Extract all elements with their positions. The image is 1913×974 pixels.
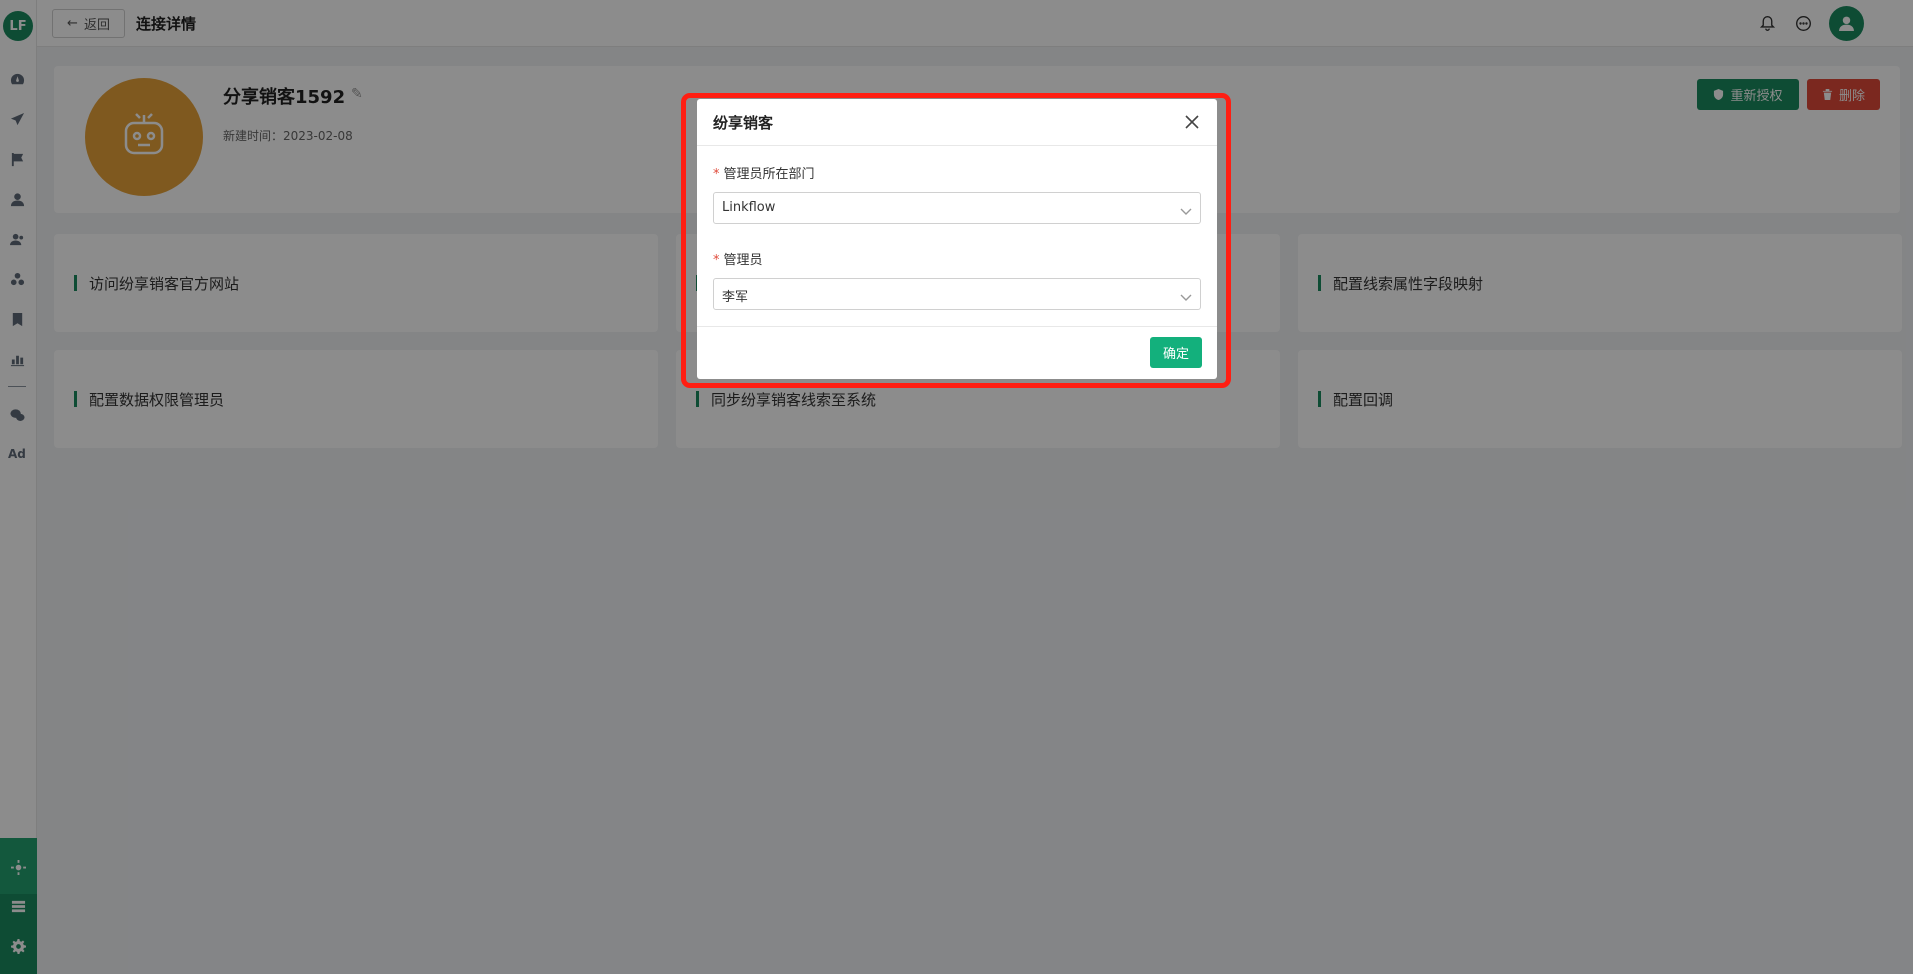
department-label-text: 管理员所在部门 (723, 167, 815, 182)
admin-value: 李军 (722, 290, 749, 305)
required-mark: * (713, 167, 720, 182)
department-field-label: * 管理员所在部门 (713, 163, 815, 182)
chevron-down-icon (1180, 202, 1192, 215)
admin-label-text: 管理员 (723, 253, 763, 268)
admin-field-label: * 管理员 (713, 249, 763, 268)
close-icon[interactable] (1183, 113, 1201, 131)
confirm-button[interactable]: 确定 (1150, 337, 1202, 368)
department-value: Linkflow (722, 200, 776, 215)
dialog-title: 纷享销客 (713, 114, 774, 132)
dialog-header: 纷享销客 (697, 99, 1217, 146)
admin-config-dialog: 纷享销客 * 管理员所在部门 Linkflow * 管理员 李军 确定 (697, 99, 1217, 379)
dialog-footer-divider (697, 326, 1217, 327)
admin-select[interactable]: 李军 (713, 278, 1201, 310)
required-mark: * (713, 253, 720, 268)
department-select[interactable]: Linkflow (713, 192, 1201, 224)
chevron-down-icon (1180, 288, 1192, 301)
